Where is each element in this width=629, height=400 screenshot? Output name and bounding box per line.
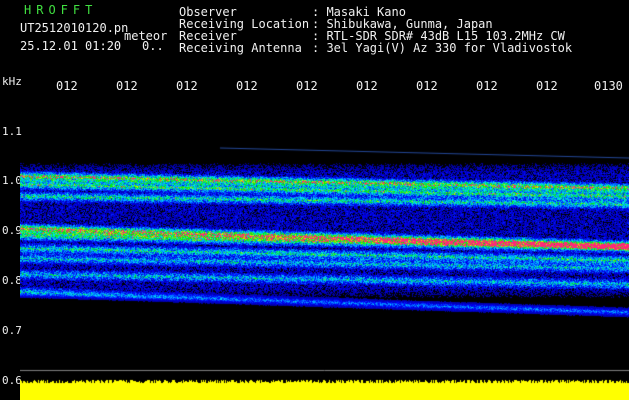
x-tick-9: 012: [536, 79, 558, 93]
count-label: 0..: [142, 39, 164, 53]
app-name: HROFFT: [24, 3, 98, 17]
y-tick-0.7: 0.7: [2, 324, 22, 337]
y-tick-1.1: 1.1: [2, 125, 22, 138]
x-tick-5: 012: [296, 79, 318, 93]
y-tick-0.9: 0.9: [2, 224, 22, 237]
spectrogram-canvas: [20, 100, 629, 400]
x-tick-3: 012: [176, 79, 198, 93]
x-tick-6: 012: [356, 79, 378, 93]
x-tick-10: 0130: [594, 79, 623, 93]
y-tick-0.8: 0.8: [2, 274, 22, 287]
x-tick-1: 012: [56, 79, 78, 93]
y-tick-0.6: 0.6: [2, 374, 22, 387]
y-unit-label: kHz: [2, 75, 22, 88]
filename: UT2512010120.pn: [20, 21, 129, 35]
y-tick-1.0: 1.0: [2, 174, 22, 187]
timestamp: 25.12.01 01:20: [20, 39, 122, 53]
x-tick-8: 012: [476, 79, 498, 93]
antenna-label: Receiving Antenna: [179, 41, 302, 55]
x-tick-7: 012: [416, 79, 438, 93]
x-tick-4: 012: [236, 79, 258, 93]
x-tick-2: 012: [116, 79, 138, 93]
antenna-value: : 3el Yagi(V) Az 330 for Vladivostok: [312, 41, 573, 55]
